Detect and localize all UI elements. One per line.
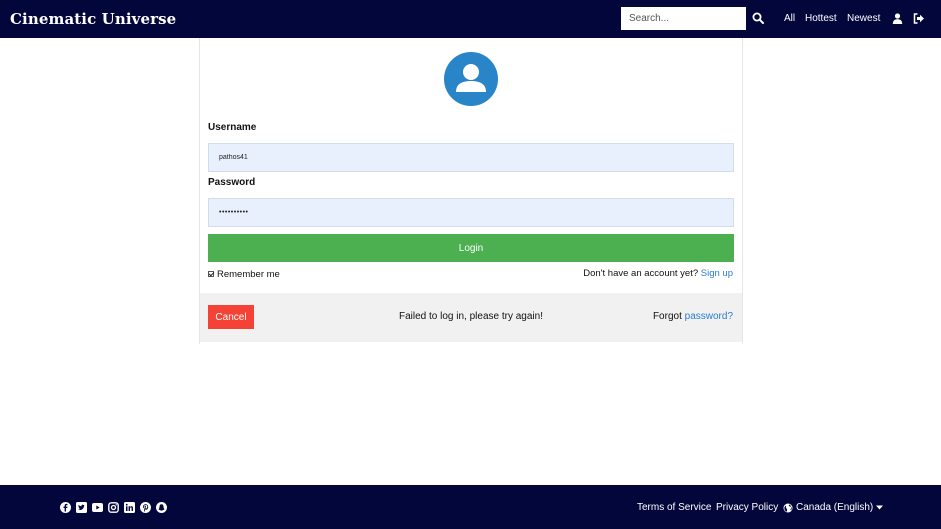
privacy-policy-link[interactable]: Privacy Policy [716, 502, 778, 513]
search-icon[interactable] [752, 12, 764, 24]
terms-of-service-link[interactable]: Terms of Service [637, 502, 711, 513]
user-icon[interactable] [892, 13, 903, 24]
login-card: Username Password Login Remember me Don'… [199, 38, 743, 344]
cancel-button[interactable]: Cancel [208, 305, 254, 329]
password-input[interactable] [208, 198, 734, 227]
forgot-text: Forgot [652, 311, 682, 322]
instagram-icon[interactable] [108, 502, 119, 513]
nav-all-link[interactable]: All [784, 13, 795, 24]
user-avatar-icon [444, 52, 498, 106]
username-input[interactable] [208, 143, 734, 172]
brand-logo[interactable]: Cinematic Universe [10, 10, 176, 28]
sign-out-icon[interactable] [913, 13, 925, 24]
signup-prompt: Don't have an account yet? Sign up [583, 268, 733, 279]
sign-up-link[interactable]: Sign up [701, 268, 733, 279]
snapchat-icon[interactable] [156, 502, 167, 513]
language-selector[interactable]: Canada (English) [783, 502, 884, 513]
language-label: Canada (English) [796, 502, 874, 513]
caret-down-icon [876, 505, 884, 510]
password-label: Password [208, 177, 256, 188]
username-label: Username [208, 122, 257, 133]
login-card-footer: Cancel Failed to log in, please try agai… [200, 293, 742, 342]
facebook-icon[interactable] [60, 502, 71, 513]
social-links [60, 502, 167, 513]
search-input[interactable] [621, 7, 746, 30]
nav-hottest-link[interactable]: Hottest [805, 13, 837, 24]
checkbox-checked-icon[interactable] [208, 271, 214, 277]
globe-icon [783, 503, 793, 512]
nav-newest-link[interactable]: Newest [847, 13, 880, 24]
forgot-password-prompt: Forgot password? [653, 311, 733, 322]
forgot-password-link[interactable]: password? [685, 311, 733, 322]
page-footer: Terms of Service Privacy Policy Canada (… [0, 485, 941, 529]
youtube-icon[interactable] [92, 502, 103, 513]
remember-me-checkbox[interactable]: Remember me [208, 268, 280, 280]
no-account-text: Don't have an account yet? [583, 268, 699, 279]
top-navbar: Cinematic Universe All Hottest Newest [0, 0, 941, 38]
linkedin-icon[interactable] [124, 502, 135, 513]
twitter-icon[interactable] [76, 502, 87, 513]
remember-me-label: Remember me [217, 268, 280, 280]
pinterest-icon[interactable] [140, 502, 151, 513]
login-button[interactable]: Login [208, 234, 734, 262]
